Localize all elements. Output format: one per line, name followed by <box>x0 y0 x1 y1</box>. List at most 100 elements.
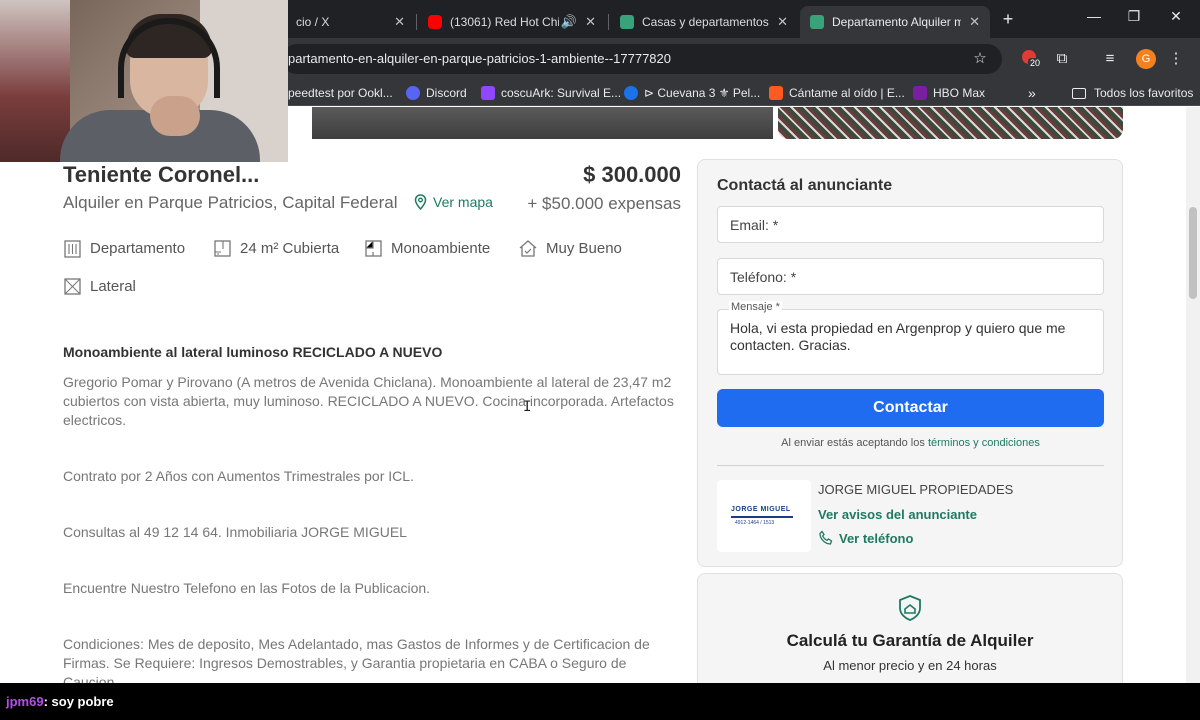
feature-label: Muy Bueno <box>546 240 622 257</box>
puzzle-icon[interactable]: ⧉ <box>1050 47 1074 71</box>
contactar-button[interactable]: Contactar <box>717 389 1104 427</box>
email-field[interactable]: Email: * <box>717 206 1104 243</box>
feature-area: 24 m² Cubierta <box>213 239 339 258</box>
terms-prefix: Al enviar estás aceptando los <box>781 437 925 449</box>
all-bookmarks-label: Todos los favoritos <box>1094 86 1194 100</box>
extension-badge[interactable]: 20 <box>1022 48 1043 68</box>
ver-telefono-link[interactable]: Ver teléfono <box>818 530 913 546</box>
feature-label: Monoambiente <box>391 240 491 257</box>
bookmark-label: HBO Max <box>933 86 986 100</box>
webcam-overlay <box>0 0 288 162</box>
bookmark-twitch[interactable]: coscuArk: Survival E... <box>481 84 621 102</box>
logo-rule <box>731 516 793 518</box>
feature-orientation: Lateral <box>63 277 136 296</box>
floorplan-icon <box>214 240 231 257</box>
house-check-icon <box>519 240 537 257</box>
bookmark-label: peedtest por Ookl... <box>288 86 393 100</box>
agency-logo[interactable]: JORGE MIGUEL 4912-1464 / 1513 <box>717 480 811 552</box>
ver-mapa-label: Ver mapa <box>433 194 493 210</box>
listing-photo[interactable] <box>778 107 1123 139</box>
terms-link[interactable]: términos y condiciones <box>928 437 1040 449</box>
message-field[interactable]: Hola, vi esta propiedad en Argenprop y q… <box>717 309 1104 375</box>
bookmark-label: ⊳ Cuevana 3 ⚜ Pel... <box>644 86 761 100</box>
profile-avatar[interactable]: G <box>1136 49 1156 69</box>
tab-casas[interactable]: Casas y departamentos e ✕ <box>610 6 798 38</box>
argenprop-icon <box>810 15 824 29</box>
folder-icon <box>1072 87 1086 99</box>
more-menu-icon[interactable]: ⋮ <box>1164 47 1188 71</box>
listing-subtitle: Alquiler en Parque Patricios, Capital Fe… <box>63 193 398 212</box>
listing-price: $ 300.000 <box>583 162 681 187</box>
tab-title: Departamento Alquiler m <box>832 15 962 29</box>
tab-separator <box>416 14 417 30</box>
agency-logo-text: JORGE MIGUEL <box>731 506 791 513</box>
email-placeholder: Email: * <box>730 217 779 233</box>
media-queue-icon[interactable]: ≡ <box>1098 47 1122 71</box>
restore-icon[interactable]: ❐ <box>1122 8 1146 25</box>
webcam-background <box>0 0 70 162</box>
badge-count: 20 <box>1028 58 1043 68</box>
all-bookmarks[interactable]: Todos los favoritos <box>1072 84 1193 102</box>
orientation-icon <box>64 278 81 295</box>
message-label: Mensaje * <box>729 301 782 313</box>
guarantee-card[interactable]: Calculá tu Garantía de Alquiler Al menor… <box>697 573 1123 683</box>
bookmarks-overflow-icon[interactable]: » <box>1028 84 1036 102</box>
phone-field[interactable]: Teléfono: * <box>717 258 1104 295</box>
description-paragraph: Contrato por 2 Años con Aumentos Trimest… <box>63 468 414 484</box>
bookmark-cuevana[interactable]: ⊳ Cuevana 3 ⚜ Pel... <box>624 84 760 102</box>
discord-icon <box>406 86 420 100</box>
page: Teniente Coronel... $ 300.000 Alquiler e… <box>0 107 1186 683</box>
hbo-max-icon <box>913 86 927 100</box>
guarantee-title: Calculá tu Garantía de Alquiler <box>786 631 1034 650</box>
bookmark-label: Cántame al oído | E... <box>789 86 905 100</box>
chat-text: : soy pobre <box>43 694 114 709</box>
bookmark-discord[interactable]: Discord <box>406 84 467 102</box>
shield-home-icon <box>899 595 921 621</box>
tab-title: (13061) Red Hot Chili <box>450 15 559 29</box>
phone-icon <box>819 530 833 545</box>
listing-title: Teniente Coronel... <box>63 162 260 187</box>
address-bar[interactable]: partamento-en-alquiler-en-parque-patrici… <box>282 44 1002 74</box>
feature-label: Departamento <box>90 240 186 257</box>
close-icon[interactable]: ✕ <box>969 14 980 30</box>
bookmark-cantame[interactable]: Cántame al oído | E... <box>769 84 905 102</box>
tab-youtube[interactable]: (13061) Red Hot Chili 🔊 ✕ <box>418 6 606 38</box>
plus-icon[interactable]: + <box>998 9 1018 30</box>
star-icon[interactable]: ☆ <box>968 47 992 71</box>
guarantee-subtitle: Al menor precio y en 24 horas <box>823 658 997 673</box>
feature-label: 24 m² Cubierta <box>240 240 340 257</box>
description-paragraph: Gregorio Pomar y Pirovano (A metros de A… <box>63 374 674 428</box>
feature-rooms: Monoambiente <box>364 239 490 258</box>
close-icon[interactable]: ✕ <box>394 14 405 30</box>
scrollbar[interactable] <box>1186 107 1200 683</box>
building-icon <box>64 240 81 258</box>
agency-name: JORGE MIGUEL PROPIEDADES <box>818 482 1014 497</box>
ver-avisos-link[interactable]: Ver avisos del anunciante <box>818 507 977 522</box>
argenprop-icon <box>620 15 634 29</box>
text-cursor-icon: I <box>523 399 532 415</box>
cuevana-icon <box>624 86 638 100</box>
speaker-icon[interactable]: 🔊 <box>561 14 577 30</box>
close-icon[interactable]: ✕ <box>777 14 788 30</box>
expensas: + $50.000 expensas <box>527 194 681 213</box>
terms-text: Al enviar estás aceptando los términos y… <box>717 437 1104 449</box>
window-close-icon[interactable]: ✕ <box>1164 8 1188 25</box>
chat-message: jpm69: soy pobre <box>0 683 1200 720</box>
description-paragraph: Encuentre Nuestro Telefono en las Fotos … <box>63 580 431 596</box>
scrollbar-thumb[interactable] <box>1189 207 1197 299</box>
ver-mapa-link[interactable]: Ver mapa <box>414 194 493 210</box>
bookmark-label: Discord <box>426 86 467 100</box>
close-icon[interactable]: ✕ <box>585 14 596 30</box>
minimize-icon[interactable]: — <box>1082 8 1106 24</box>
listing-photo[interactable] <box>312 107 773 139</box>
contact-card: Contactá al anunciante Email: * Teléfono… <box>697 159 1123 567</box>
bookmark-label: coscuArk: Survival E... <box>501 86 622 100</box>
description-paragraph: Consultas al 49 12 14 64. Inmobiliaria J… <box>63 524 407 540</box>
youtube-icon <box>428 15 442 29</box>
ver-telefono-label: Ver teléfono <box>839 530 914 546</box>
description-title: Monoambiente al lateral luminoso RECICLA… <box>63 344 443 360</box>
message-value: Hola, vi esta propiedad en Argenprop y q… <box>730 320 1066 353</box>
bookmark-speedtest[interactable]: peedtest por Ookl... <box>288 84 393 102</box>
bookmark-hbomax[interactable]: HBO Max <box>913 84 985 102</box>
tab-departamento[interactable]: Departamento Alquiler m ✕ <box>800 6 990 38</box>
